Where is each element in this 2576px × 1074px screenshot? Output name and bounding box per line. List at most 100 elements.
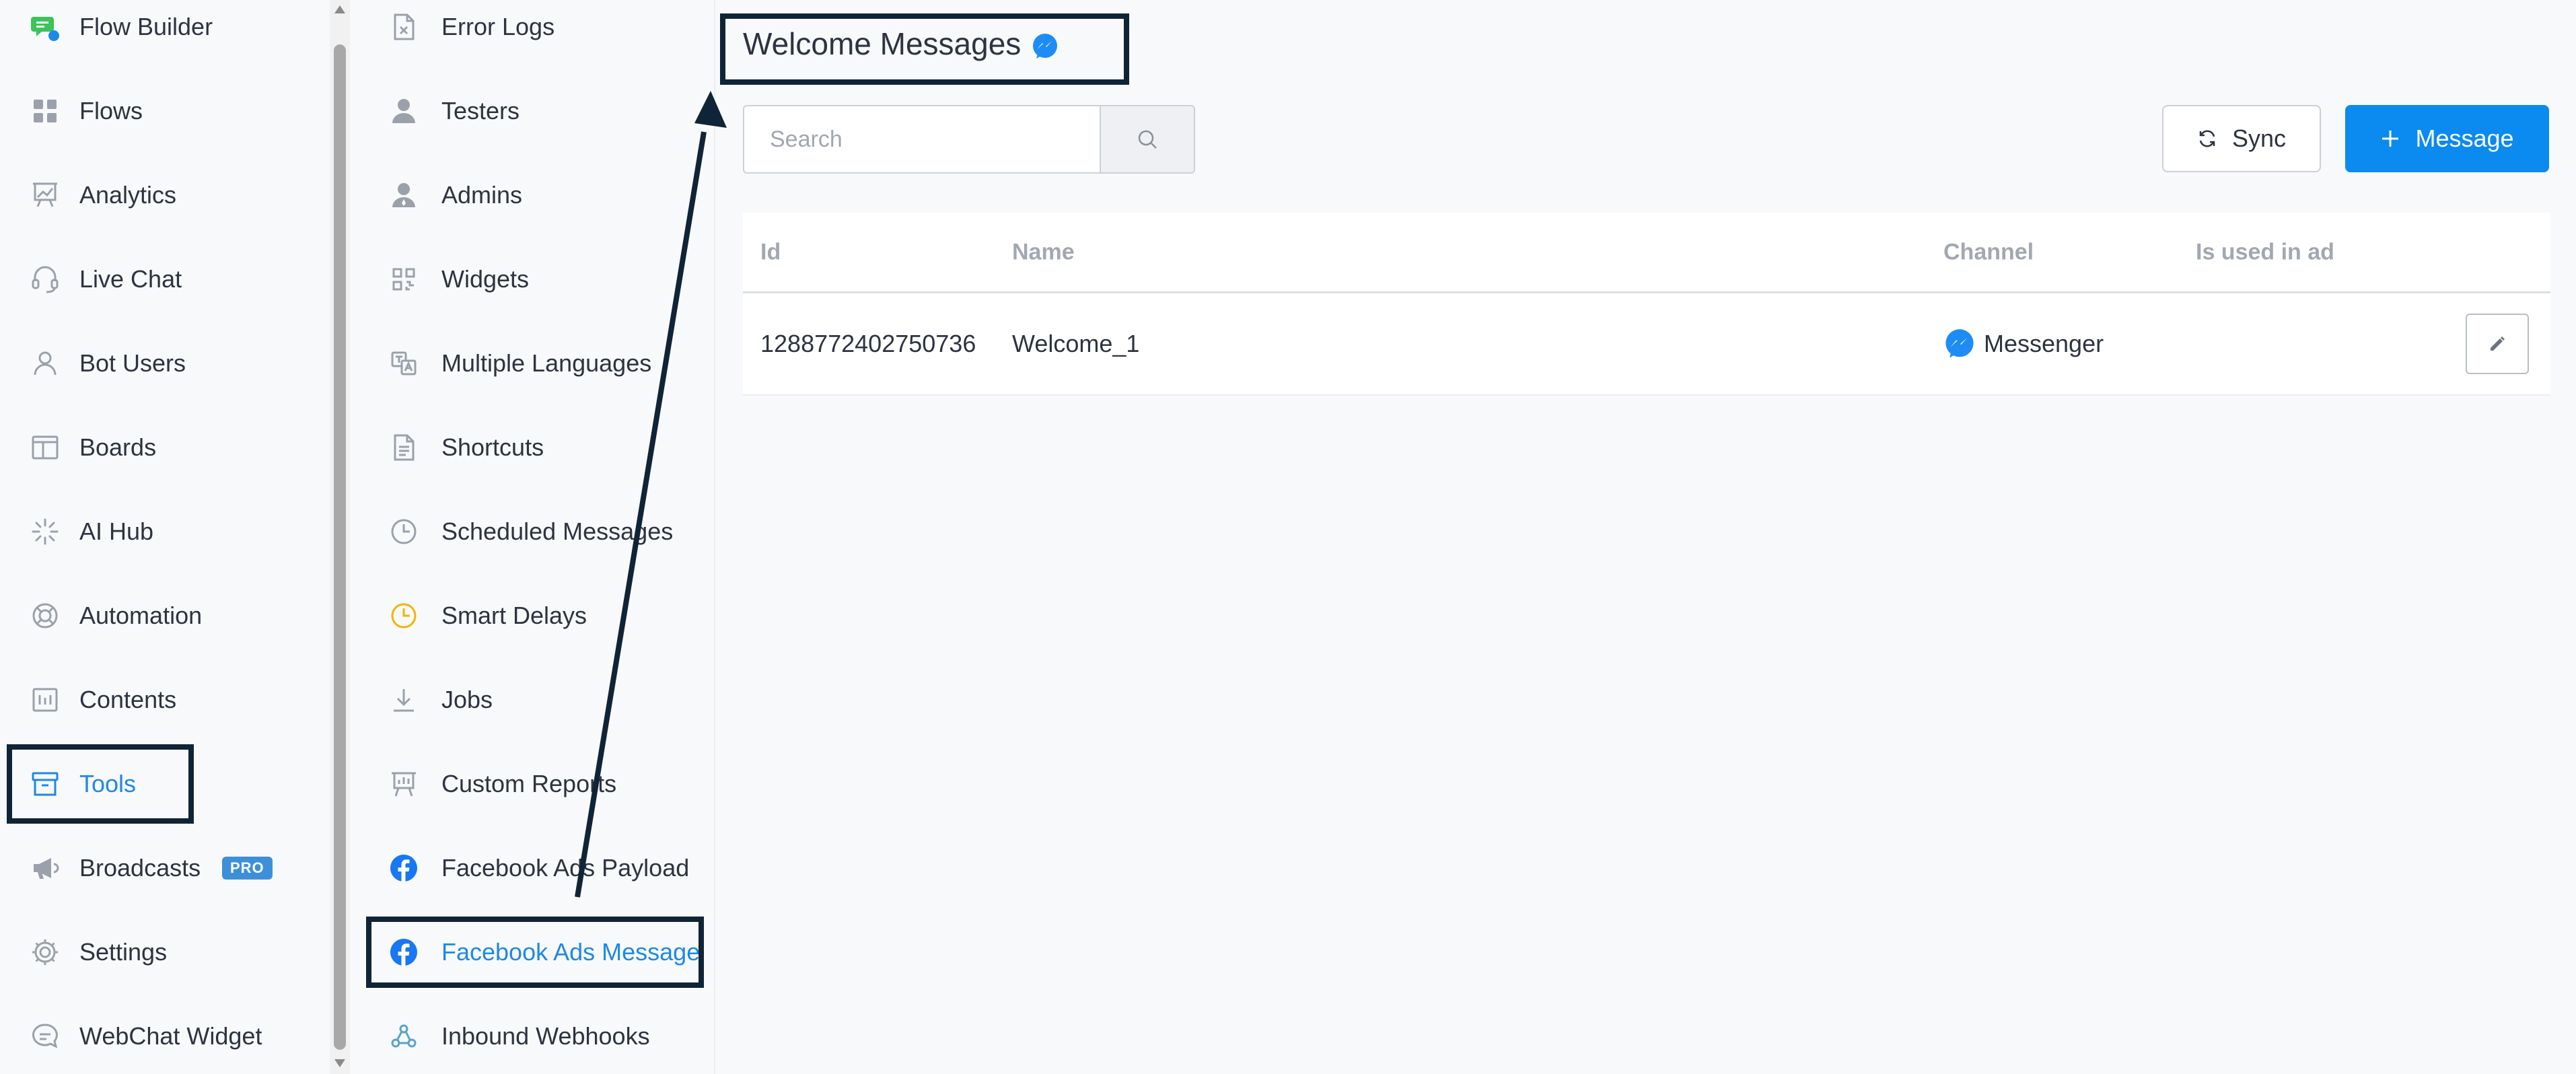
main-content: Welcome Messages Sync Message Id Name Ch… bbox=[715, 0, 2576, 1074]
submenu-item-inbound-webhooks[interactable]: Inbound Webhooks bbox=[354, 999, 714, 1073]
sidebar-item-tools[interactable]: Tools bbox=[0, 747, 323, 821]
submenu-item-label: Shortcuts bbox=[441, 433, 544, 461]
messenger-icon bbox=[1943, 328, 1976, 360]
sidebar-item-automation[interactable]: Automation bbox=[0, 579, 323, 653]
sidebar-item-flows[interactable]: Flows bbox=[0, 74, 323, 148]
pro-badge: PRO bbox=[222, 857, 273, 880]
pencil-icon bbox=[2486, 333, 2508, 355]
sync-button[interactable]: Sync bbox=[2162, 105, 2321, 172]
megaphone-icon bbox=[30, 853, 61, 884]
sidebar-item-contents[interactable]: Contents bbox=[0, 663, 323, 737]
submenu-item-shortcuts[interactable]: Shortcuts bbox=[354, 410, 714, 485]
submenu-item-label: Admins bbox=[441, 181, 523, 209]
sidebar-item-label: Bot Users bbox=[79, 349, 186, 377]
contents-icon bbox=[30, 684, 61, 715]
submenu-item-testers[interactable]: Testers bbox=[354, 74, 714, 148]
submenu-item-label: Widgets bbox=[441, 265, 530, 293]
submenu-item-scheduled-messages[interactable]: Scheduled Messages bbox=[354, 495, 714, 569]
column-header-name[interactable]: Name bbox=[1012, 239, 1075, 265]
download-icon bbox=[389, 685, 419, 715]
sparkle-icon bbox=[30, 516, 61, 547]
submenu-item-admins[interactable]: Admins bbox=[354, 158, 714, 232]
column-header-id[interactable]: Id bbox=[760, 239, 781, 265]
submenu-item-smart-delays[interactable]: Smart Delays bbox=[354, 579, 714, 653]
cell-channel: Messenger bbox=[1943, 328, 2104, 360]
search-button[interactable] bbox=[1100, 105, 1195, 174]
sidebar-item-label: AI Hub bbox=[79, 517, 154, 545]
sync-label: Sync bbox=[2231, 124, 2287, 152]
submenu-item-error-logs[interactable]: Error Logs bbox=[354, 0, 714, 64]
submenu-item-multiple-languages[interactable]: Multiple Languages bbox=[354, 326, 714, 400]
admin-icon bbox=[389, 180, 419, 210]
search-icon bbox=[1136, 128, 1159, 151]
sidebar-item-analytics[interactable]: Analytics bbox=[0, 158, 323, 232]
sidebar-item-label: Tools bbox=[79, 770, 137, 797]
sidebar-item-label: Settings bbox=[79, 938, 168, 966]
submenu-item-facebook-ads-message[interactable]: Facebook Ads Message bbox=[354, 915, 714, 989]
clock-icon bbox=[389, 517, 419, 546]
sidebar-item-live-chat[interactable]: Live Chat bbox=[0, 242, 323, 316]
sidebar-item-label: Automation bbox=[79, 602, 203, 629]
user-icon bbox=[30, 348, 61, 379]
search-input[interactable] bbox=[743, 105, 1100, 174]
add-message-button[interactable]: Message bbox=[2345, 105, 2549, 172]
plus-icon bbox=[2380, 129, 2400, 149]
submenu-item-custom-reports[interactable]: Custom Reports bbox=[354, 747, 714, 821]
add-message-label: Message bbox=[2415, 124, 2514, 152]
submenu-item-label: Custom Reports bbox=[441, 770, 617, 797]
webhook-icon bbox=[389, 1022, 419, 1051]
sidebar-item-webchat-widget[interactable]: WebChat Widget bbox=[0, 999, 323, 1073]
refresh-icon bbox=[2197, 129, 2217, 149]
document-icon bbox=[389, 433, 419, 462]
cell-name: Welcome_1 bbox=[1012, 330, 1140, 357]
sidebar-item-label: Broadcasts bbox=[79, 854, 201, 882]
sidebar-item-label: Boards bbox=[79, 433, 157, 461]
submenu-item-label: Facebook Ads Message bbox=[441, 938, 701, 966]
grid-icon bbox=[30, 96, 61, 127]
sidebar-item-ai-hub[interactable]: AI Hub bbox=[0, 495, 323, 569]
channel-label: Messenger bbox=[1984, 330, 2104, 357]
person-icon bbox=[389, 96, 419, 126]
sidebar-item-label: Flows bbox=[79, 97, 143, 124]
sidebar-item-label: Live Chat bbox=[79, 265, 182, 293]
sidebar-item-label: Flow Builder bbox=[79, 13, 213, 40]
submenu-item-label: Testers bbox=[441, 97, 520, 124]
page-title: Welcome Messages bbox=[743, 26, 1022, 61]
clock-yellow-icon bbox=[389, 601, 419, 631]
sidebar-item-flow-builder[interactable]: Flow Builder bbox=[0, 0, 323, 64]
sidebar-item-broadcasts[interactable]: Broadcasts PRO bbox=[0, 831, 323, 905]
submenu-item-jobs[interactable]: Jobs bbox=[354, 663, 714, 737]
submenu-item-label: Multiple Languages bbox=[441, 349, 652, 377]
chat-bubble-icon bbox=[30, 1021, 61, 1052]
submenu-item-label: Jobs bbox=[441, 686, 493, 713]
facebook-icon bbox=[389, 937, 419, 967]
lifebuoy-icon bbox=[30, 600, 61, 631]
sidebar-item-boards[interactable]: Boards bbox=[0, 410, 323, 485]
submenu-item-label: Facebook Ads Payload bbox=[441, 854, 690, 882]
language-icon bbox=[389, 349, 419, 378]
submenu-item-label: Scheduled Messages bbox=[441, 517, 674, 545]
sidebar-item-label: Contents bbox=[79, 686, 177, 713]
submenu-item-widgets[interactable]: Widgets bbox=[354, 242, 714, 316]
gear-icon bbox=[30, 937, 61, 968]
submenu-item-label: Inbound Webhooks bbox=[441, 1022, 650, 1050]
sidebar-item-bot-users[interactable]: Bot Users bbox=[0, 326, 323, 400]
main-sidebar: Flow Builder Flows Analytics Live Chat B… bbox=[0, 0, 330, 1074]
table-row[interactable]: 1288772402750736 Welcome_1 Messenger bbox=[743, 293, 2550, 396]
edit-button[interactable] bbox=[2466, 314, 2529, 374]
headset-icon bbox=[30, 264, 61, 295]
column-header-channel[interactable]: Channel bbox=[1943, 239, 2034, 265]
error-file-icon bbox=[389, 12, 419, 42]
messenger-icon bbox=[1031, 32, 1059, 61]
submenu-item-facebook-ads-payload[interactable]: Facebook Ads Payload bbox=[354, 831, 714, 905]
table-header: Id Name Channel Is used in ad bbox=[743, 213, 2550, 293]
column-header-is-used-in-ad[interactable]: Is used in ad bbox=[2196, 239, 2334, 265]
sidebar-item-settings[interactable]: Settings bbox=[0, 915, 323, 989]
cell-id: 1288772402750736 bbox=[760, 330, 976, 357]
scroll-down-arrow-icon[interactable] bbox=[333, 1058, 347, 1069]
facebook-icon bbox=[389, 853, 419, 883]
scroll-up-arrow-icon[interactable] bbox=[333, 4, 347, 15]
scrollbar-thumb[interactable] bbox=[334, 44, 346, 1050]
sidebar-scrollbar[interactable] bbox=[330, 0, 350, 1074]
board-icon bbox=[30, 432, 61, 463]
